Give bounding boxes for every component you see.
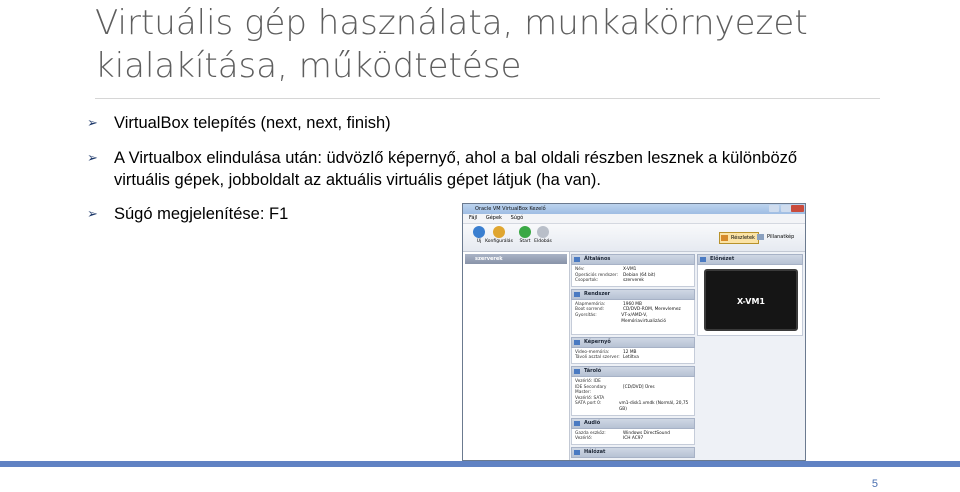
menu-help: Súgó <box>510 215 524 221</box>
page-number: 5 <box>871 478 878 490</box>
detail-row: Vezérlő: ICH AC97 <box>575 436 691 442</box>
section-audio-header: Audió <box>571 417 695 429</box>
section-display-body: Video-memória: 12 MB Távoli asztal szerve… <box>571 347 695 364</box>
section-audio-body: Gazda eszköz: Windows DirectSound Vezérlő… <box>571 428 695 445</box>
snapshots-label: Pillanatkép <box>767 234 795 240</box>
camera-icon <box>757 234 764 240</box>
detail-key: Csoportok: <box>575 278 599 284</box>
detail-value: [CD/DVD] Üres <box>623 384 655 390</box>
vm-group-header: szerverek <box>465 254 567 264</box>
details-label: Részletek <box>731 235 755 241</box>
arrow-bullet-icon: ➢ <box>87 206 98 221</box>
gear-icon <box>493 226 505 238</box>
section-title: Tároló <box>584 367 602 374</box>
settings-button: Konfigurálás <box>485 226 513 244</box>
title-divider <box>95 98 880 99</box>
discard-label: Eldobás <box>534 239 552 244</box>
footer-area <box>0 467 960 492</box>
details-icon <box>721 235 728 241</box>
new-label: Új <box>476 239 482 244</box>
vbox-window-title: Oracle VM VirtualBox Kezelő <box>475 206 546 212</box>
details-button: Részletek <box>719 232 759 244</box>
detail-key: Távoli asztal szerver: <box>575 355 620 361</box>
speaker-icon <box>574 420 580 426</box>
detail-key: SATA port 0: <box>575 401 602 407</box>
vbox-toolbar: Új Konfigurálás Start Eldobás Részletek … <box>463 224 805 252</box>
section-title: Képernyő <box>584 338 611 345</box>
section-title: Rendszer <box>584 290 611 297</box>
section-preview-header: Előnézet <box>697 254 803 265</box>
discard-button: Eldobás <box>529 226 557 244</box>
snapshots-button: Pillanatkép <box>756 232 797 242</box>
disk-icon <box>574 368 580 374</box>
minimize-icon <box>769 205 779 212</box>
section-network-header: Hálózat <box>571 446 695 458</box>
preview-icon <box>700 257 706 262</box>
monitor-icon <box>574 339 580 345</box>
detail-value: Letiltva <box>623 355 639 361</box>
bullet-text: Súgó megjelenítése: F1 <box>114 205 289 223</box>
menu-file: Fájl <box>469 215 478 221</box>
bullet-text-line-2: virtuális gépek, jobboldalt az aktuális … <box>114 171 602 189</box>
bullet-text: VirtualBox telepítés (next, next, finish… <box>114 114 391 132</box>
settings-label: Konfigurálás <box>485 239 513 244</box>
section-display-header: Képernyő <box>571 336 695 348</box>
close-icon <box>791 205 804 212</box>
detail-row: SATA port 0: vm1-disk1.vmdk (Normál, 20,7… <box>575 401 691 412</box>
title-line-2: kialakítása, működtetése <box>95 46 522 86</box>
detail-value: szerverek <box>623 278 644 284</box>
section-system-header: Rendszer <box>571 288 695 300</box>
detail-value: vm1-disk1.vmdk (Normál, 20,75 GB) <box>618 401 689 412</box>
section-general-header: Általános <box>571 254 695 265</box>
detail-key: IDE Secondary Master: <box>575 384 607 396</box>
detail-key: Gyorsítás: <box>575 312 597 318</box>
detail-value: ICH AC97 <box>623 436 644 442</box>
virtualbox-window-screenshot: Oracle VM VirtualBox Kezelő Fájl Gépek S… <box>462 203 806 461</box>
vbox-titlebar: Oracle VM VirtualBox Kezelő <box>463 204 805 214</box>
slide-title-text: Virtuális gép használata, munkakörnyezet… <box>95 2 915 88</box>
vm-preview-screen: X-VM1 <box>704 269 798 331</box>
section-title: Audió <box>584 419 601 426</box>
chip-icon <box>574 291 580 297</box>
section-title: Általános <box>584 256 611 262</box>
network-icon <box>574 449 580 455</box>
detail-row: IDE Secondary Master: [CD/DVD] Üres <box>575 385 691 396</box>
vbox-menubar: Fájl Gépek Súgó <box>463 214 805 224</box>
section-storage-header: Tároló <box>571 365 695 377</box>
vm-details-pane: Általános Név: X-VM1 Operációs rendszer: D… <box>571 254 695 460</box>
vm-list-pane: szerverek <box>463 252 570 460</box>
section-storage-body: Vezérlő: IDE IDE Secondary Master: [CD/DV… <box>571 376 695 416</box>
title-line-1: Virtuális gép használata, munkakörnyezet <box>95 3 808 43</box>
new-vm-icon <box>473 226 485 238</box>
detail-value: VT-x/AMD-V, Memóriavirtualizáció <box>621 312 667 324</box>
discard-icon <box>537 226 549 238</box>
section-system-body: Alapmemória: 1960 MB Boot sorrend: CD/DVD-… <box>571 299 695 335</box>
detail-row: Csoportok: szerverek <box>575 278 691 284</box>
detail-key: Vezérlő: <box>575 436 593 442</box>
preview-body: X-VM1 <box>697 265 803 336</box>
detail-row: Távoli asztal szerver: Letiltva <box>575 355 691 361</box>
arrow-bullet-icon: ➢ <box>87 115 98 130</box>
maximize-icon <box>781 205 791 212</box>
menu-machine: Gépek <box>485 215 502 221</box>
detail-row: Gyorsítás: VT-x/AMD-V, Memóriavirtualizác… <box>575 313 691 324</box>
bullet-text-line-1: A Virtualbox elindulása után: üdvözlő ké… <box>114 149 798 167</box>
section-general-body: Név: X-VM1 Operációs rendszer: Debian (64 … <box>571 265 695 287</box>
section-title: Hálózat <box>584 448 606 455</box>
section-title: Előnézet <box>710 256 735 262</box>
preview-pane: Előnézet X-VM1 <box>697 254 803 336</box>
general-icon <box>574 257 580 262</box>
arrow-bullet-icon: ➢ <box>87 150 98 165</box>
